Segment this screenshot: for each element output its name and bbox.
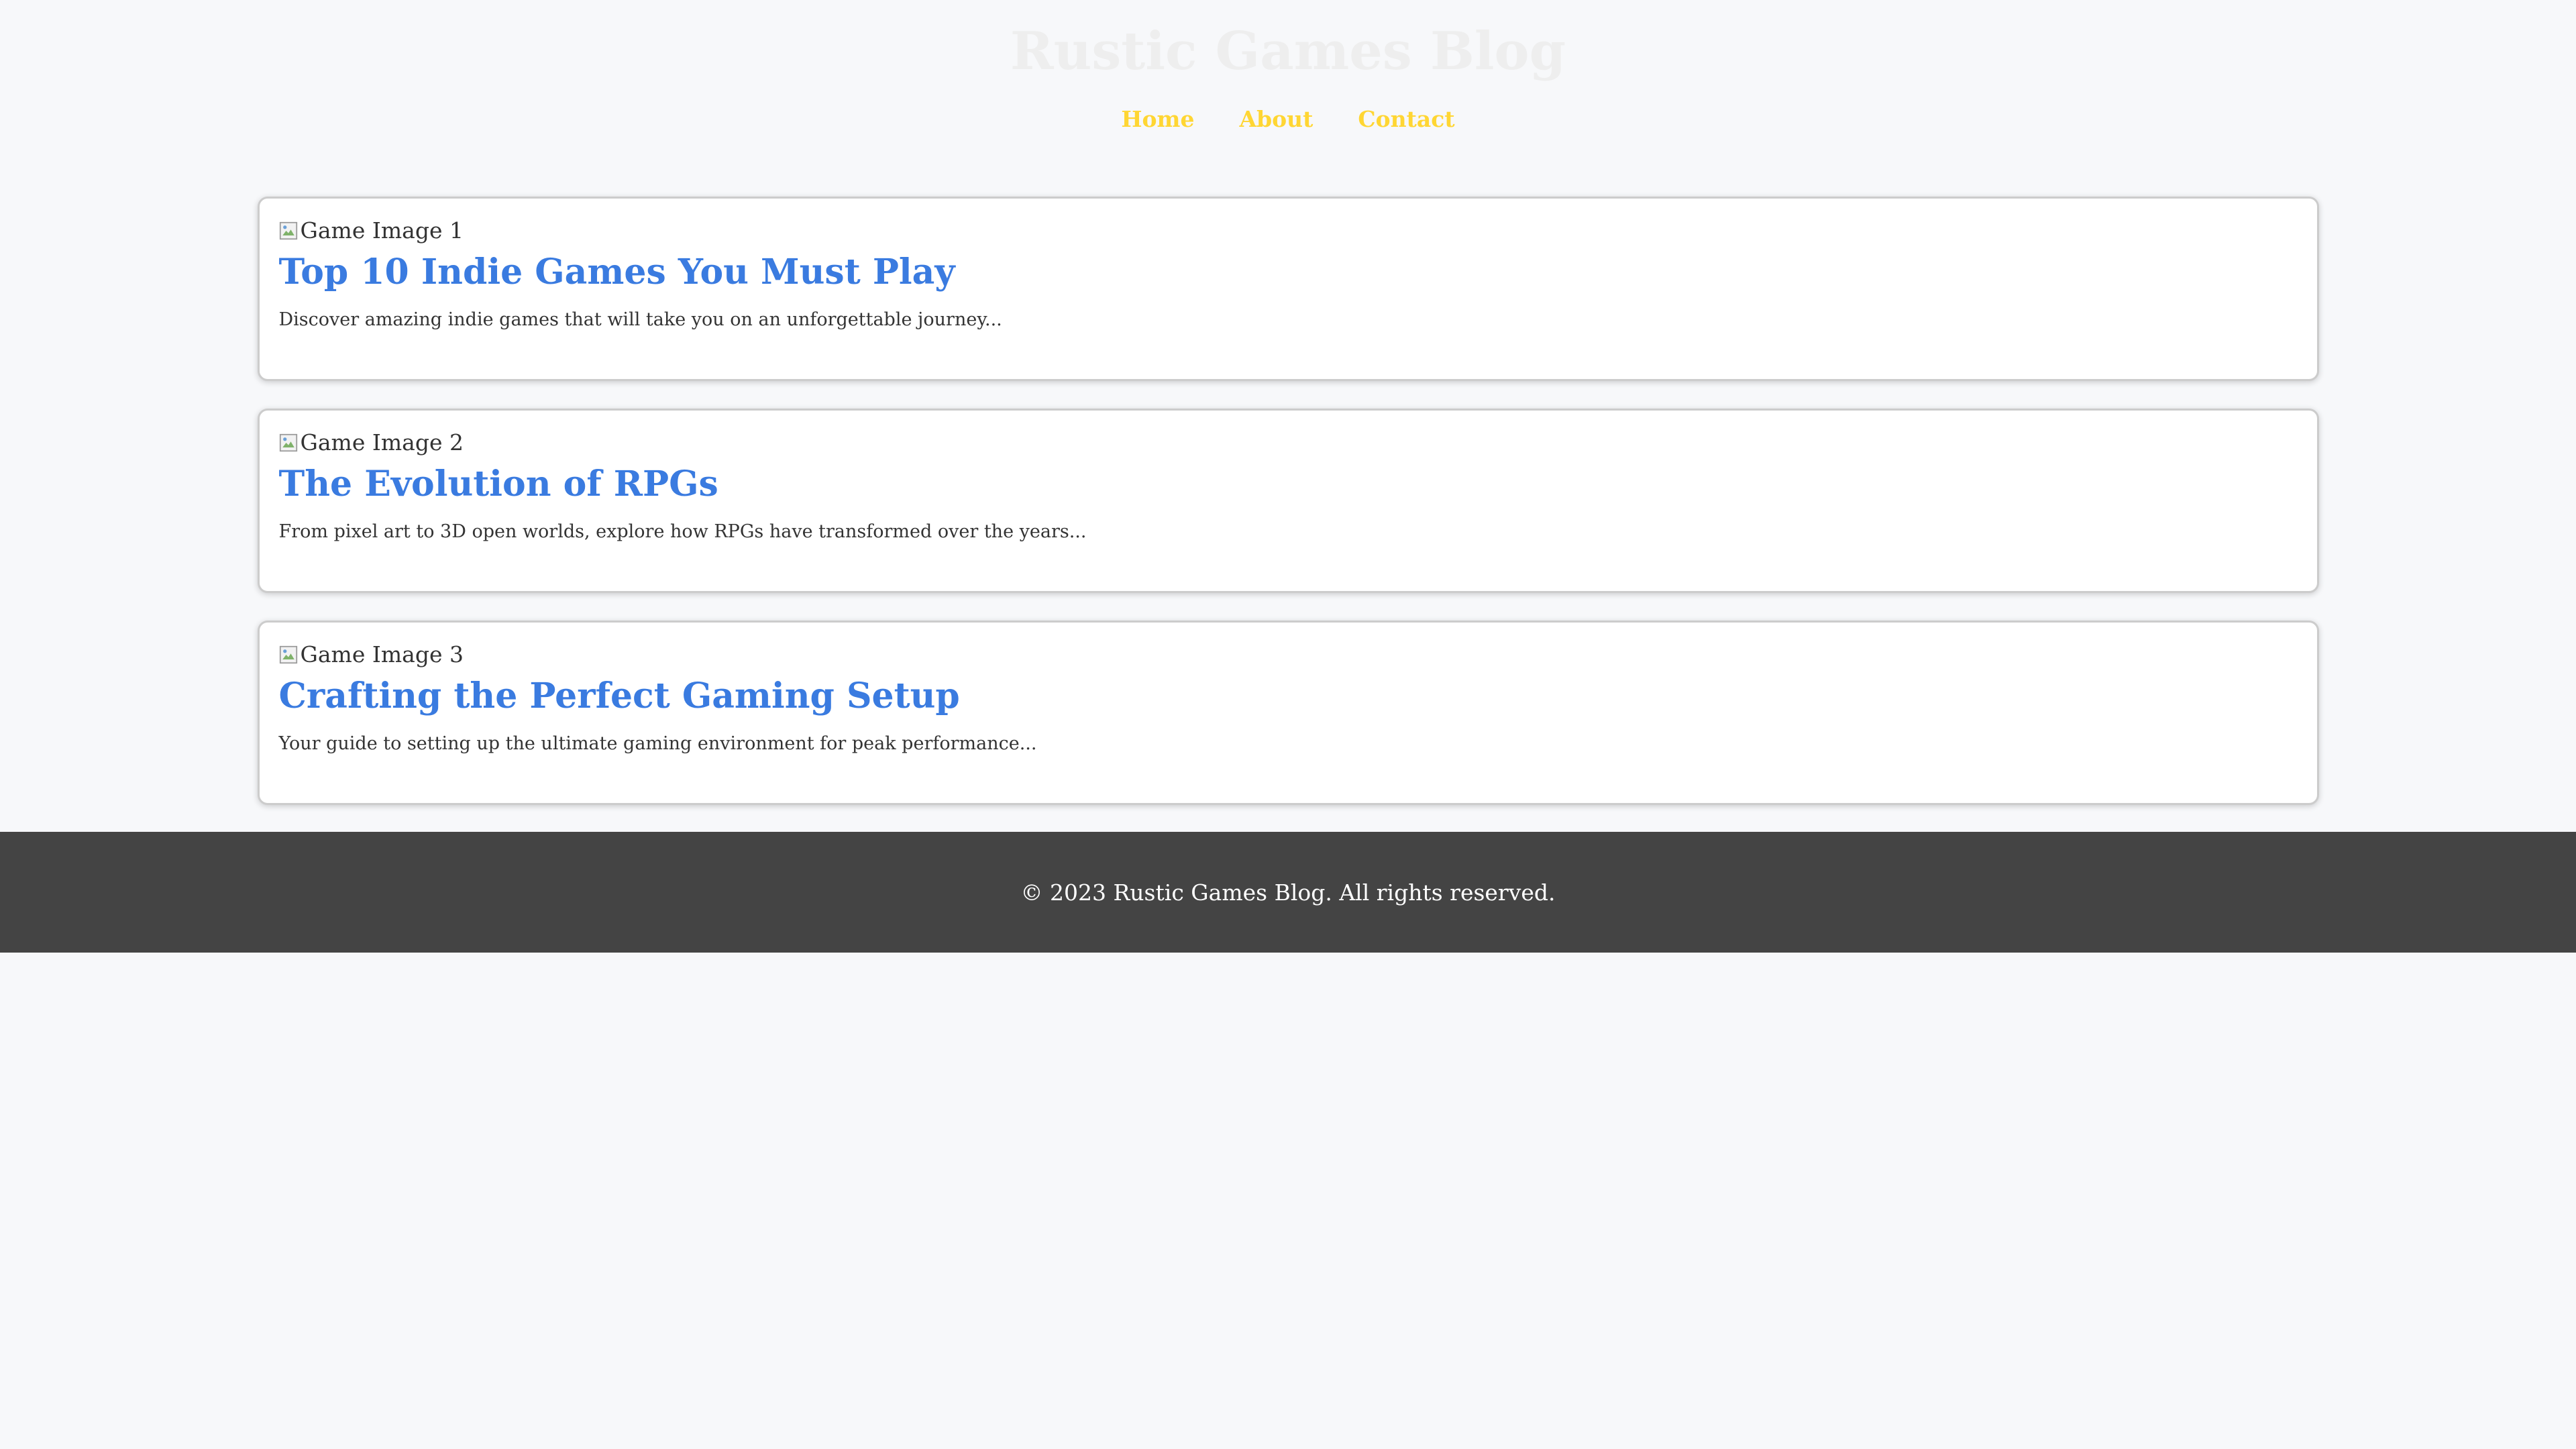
- site-footer: © 2023 Rustic Games Blog. All rights res…: [0, 832, 2576, 953]
- main-nav: Home About Contact: [0, 106, 2576, 132]
- post-excerpt: From pixel art to 3D open worlds, explor…: [278, 521, 1087, 543]
- post-image: Game Image 1: [279, 217, 2298, 244]
- post-card: Game Image 1 Top 10 Indie Games You Must…: [257, 197, 2319, 381]
- post-title[interactable]: Crafting the Perfect Gaming Setup: [279, 676, 2298, 716]
- nav-link-contact[interactable]: Contact: [1358, 106, 1454, 132]
- post-title[interactable]: The Evolution of RPGs: [279, 464, 2298, 504]
- site-title: Rustic Games Blog: [1010, 21, 1566, 82]
- post-excerpt: Your guide to setting up the ultimate ga…: [278, 733, 1037, 755]
- footer-copyright: © 2023 Rustic Games Blog. All rights res…: [1020, 879, 1556, 906]
- broken-image-icon: [279, 221, 297, 239]
- site-header: Rustic Games Blog Home About Contact: [0, 0, 2576, 133]
- broken-image-icon: [279, 433, 297, 451]
- broken-image-icon: [279, 645, 297, 663]
- post-title[interactable]: Top 10 Indie Games You Must Play: [279, 252, 2298, 292]
- post-card: Game Image 2 The Evolution of RPGs From …: [257, 409, 2319, 593]
- post-image: Game Image 2: [279, 429, 2298, 456]
- post-image-alt: Game Image 3: [300, 641, 464, 667]
- nav-link-home[interactable]: Home: [1121, 106, 1194, 132]
- post-excerpt: Discover amazing indie games that will t…: [278, 309, 1002, 331]
- post-card: Game Image 3 Crafting the Perfect Gaming…: [257, 621, 2319, 805]
- nav-link-about[interactable]: About: [1239, 106, 1313, 132]
- post-list: Game Image 1 Top 10 Indie Games You Must…: [257, 197, 2319, 805]
- post-image-alt: Game Image 1: [300, 217, 464, 244]
- post-image: Game Image 3: [279, 641, 2298, 668]
- post-image-alt: Game Image 2: [300, 429, 464, 455]
